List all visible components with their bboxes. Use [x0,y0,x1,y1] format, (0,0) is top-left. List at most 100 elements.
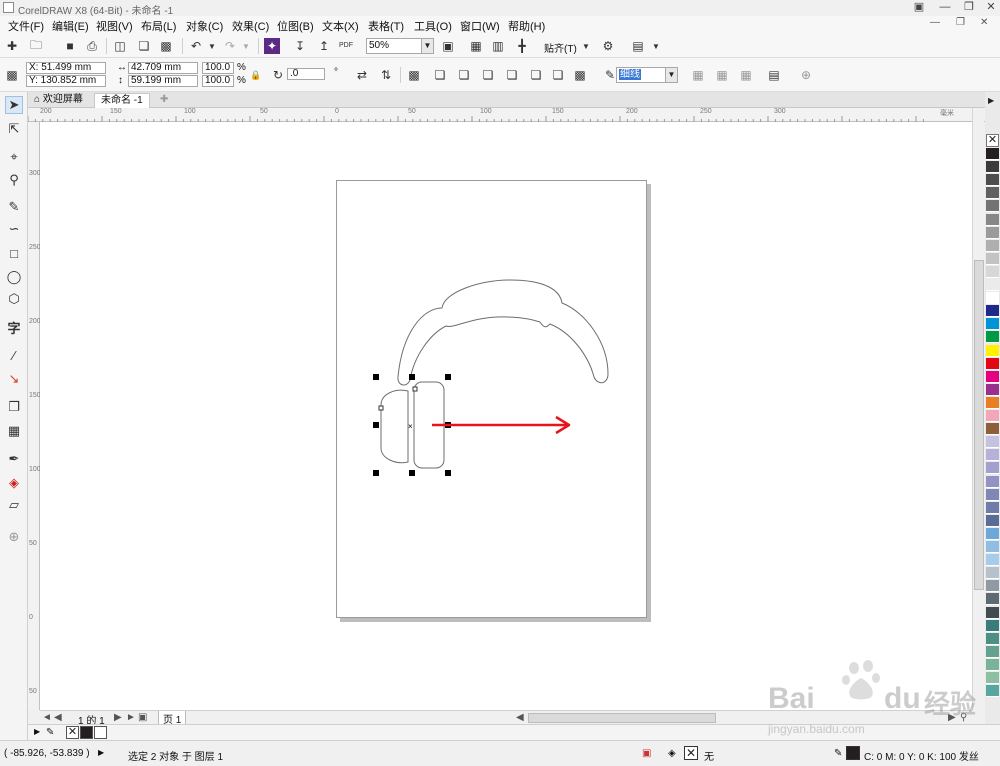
menu-tools[interactable]: 工具(O) [414,18,452,34]
menu-window[interactable]: 窗口(W) [460,18,500,34]
palette-swatch[interactable] [986,475,999,488]
palette-swatch[interactable] [986,187,999,200]
doc-palette-edit-icon[interactable]: ✎ [46,727,54,738]
rotation-angle-field[interactable]: .0 [287,68,325,80]
palette-swatch[interactable] [986,318,999,331]
palette-swatch[interactable] [986,436,999,449]
parallel-dimension-tool-icon[interactable]: ∕ [5,346,23,364]
outline-width-dropdown-icon[interactable]: ▼ [666,67,678,83]
doc-black-swatch[interactable] [80,726,93,739]
position-x-field[interactable]: X: 51.499 mm [26,62,106,74]
new-tab-icon[interactable]: ✚ [154,93,174,108]
text-tool-icon[interactable]: 字 [5,318,23,336]
trim-icon[interactable]: ❏ [456,67,472,83]
color-eyedropper-tool-icon[interactable]: ✒ [5,450,23,468]
full-screen-icon[interactable]: ▣ [440,38,456,54]
add-tool-icon[interactable]: ⊕ [5,528,23,546]
palette-swatch[interactable] [986,488,999,501]
polygon-tool-icon[interactable]: ⬡ [5,290,23,308]
drawing-canvas[interactable]: × [40,122,972,710]
to-front-icon[interactable]: ▦ [714,67,730,83]
outline-color-swatch[interactable] [846,746,860,760]
palette-swatch[interactable] [986,606,999,619]
front-minus-back-icon[interactable]: ❏ [528,67,544,83]
palette-swatch[interactable] [986,239,999,252]
palette-swatch[interactable] [986,685,999,698]
palette-swatch[interactable] [986,200,999,213]
palette-swatch[interactable] [986,279,999,291]
palette-swatch[interactable] [986,383,999,396]
vertical-scrollbar[interactable] [972,108,984,710]
redo-dropdown-icon[interactable]: ▼ [238,38,254,54]
headband-shape[interactable] [397,279,609,386]
scale-width-field[interactable]: 100.0 [202,62,234,74]
horizontal-scrollbar-thumb[interactable] [528,713,716,723]
position-y-field[interactable]: Y: 130.852 mm [26,75,106,87]
palette-swatch[interactable] [986,292,999,305]
lock-ratio-icon[interactable]: 🔒 [248,67,264,83]
simplify-icon[interactable]: ❏ [504,67,520,83]
crop-tool-icon[interactable]: ⌖ [5,148,23,166]
rotate-icon[interactable]: ↻ [270,67,286,83]
mirror-horizontal-icon[interactable]: ⇄ [354,67,370,83]
options-gear-icon[interactable]: ⚙ [600,38,616,54]
palette-swatch[interactable] [986,331,999,344]
weld-icon[interactable]: ❏ [432,67,448,83]
close-button[interactable]: ✕ [978,0,1000,16]
palette-swatch[interactable] [986,527,999,540]
status-expand-icon[interactable]: ▶ [98,748,104,757]
shape-tool-icon[interactable]: ⇱ [5,120,23,138]
palette-swatch[interactable] [986,672,999,684]
palette-swatch[interactable] [986,161,999,174]
create-boundary-icon[interactable]: ▩ [572,67,588,83]
copy-icon[interactable]: ❏ [136,38,152,54]
vertical-scrollbar-thumb[interactable] [974,260,984,590]
to-back-icon[interactable]: ▦ [738,67,754,83]
wrap-text-icon[interactable]: ▦ [690,67,706,83]
open-folder-icon[interactable]: 🗀 [28,38,44,54]
artistic-media-tool-icon[interactable]: ∽ [5,220,23,238]
palette-swatch[interactable] [986,541,999,553]
show-guidelines-icon[interactable]: ╋ [514,38,530,54]
zoom-dropdown-icon[interactable]: ▼ [422,38,434,54]
palette-swatch[interactable] [986,357,999,370]
scale-height-field[interactable]: 100.0 [202,75,234,87]
ellipse-tool-icon[interactable]: ◯ [5,268,23,286]
palette-swatch[interactable] [986,632,999,645]
app-launcher-dropdown-icon[interactable]: ▼ [648,38,664,54]
doc-minimize-button[interactable]: — [930,17,940,28]
connector-tool-icon[interactable]: ↘ [5,370,23,388]
object-width-field[interactable]: 42.709 mm [128,62,198,74]
doc-palette-arrow-icon[interactable]: ▶ [34,727,40,736]
export-icon[interactable]: ↥ [316,38,332,54]
freehand-tool-icon[interactable]: ✎ [5,198,23,216]
menu-view[interactable]: 视图(V) [96,18,133,34]
doc-restore-button[interactable]: ❐ [956,17,965,28]
palette-swatch[interactable] [986,174,999,187]
palette-swatch[interactable] [986,514,999,527]
palette-scroll-up-icon[interactable]: ▶ [988,96,994,105]
menu-object[interactable]: 对象(C) [186,18,223,34]
publish-pdf-icon[interactable]: PDF [338,37,354,53]
show-rulers-icon[interactable]: ▦ [468,38,484,54]
palette-swatch[interactable] [986,593,999,606]
palette-swatch[interactable] [986,265,999,278]
account-icon[interactable]: ▣ [906,0,932,16]
palette-swatch[interactable] [986,148,999,160]
palette-swatch[interactable] [986,410,999,422]
palette-swatch[interactable] [986,370,999,383]
palette-swatch[interactable] [986,226,999,239]
transparency-tool-icon[interactable]: ▦ [5,422,23,440]
palette-swatch[interactable] [986,554,999,567]
menu-table[interactable]: 表格(T) [368,18,404,34]
palette-swatch[interactable] [986,462,999,475]
doc-no-color-swatch[interactable]: ✕ [66,726,79,739]
menu-text[interactable]: 文本(X) [322,18,359,34]
doc-white-swatch[interactable] [94,726,107,739]
fill-bucket-icon[interactable]: ◈ [668,748,676,759]
redo-icon[interactable]: ↷ [222,38,238,54]
outline-pen-status-icon[interactable]: ✎ [834,748,842,759]
search-content-icon[interactable]: ✦ [264,38,280,54]
palette-swatch[interactable] [986,619,999,632]
doc-close-button[interactable]: ✕ [980,17,988,28]
